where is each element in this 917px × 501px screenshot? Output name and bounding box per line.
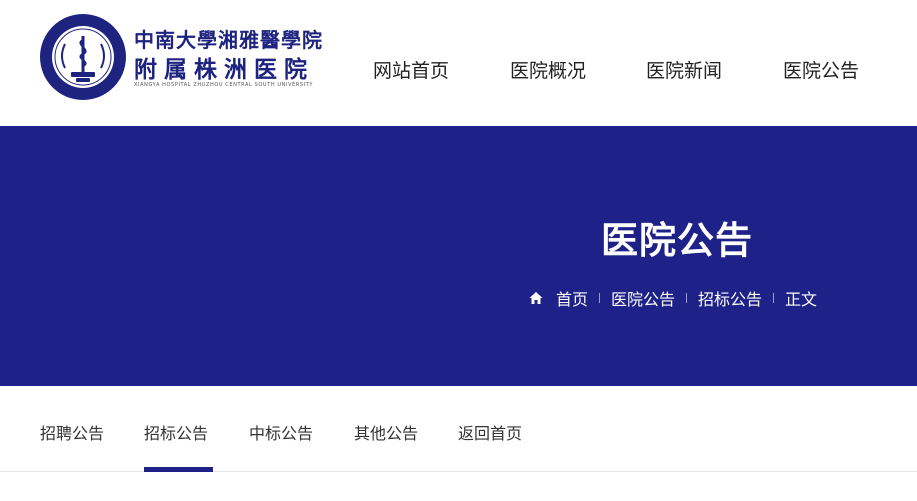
breadcrumb-separator <box>599 293 601 303</box>
breadcrumb-tenders[interactable]: 招标公告 <box>698 286 762 310</box>
nav-item-announcements[interactable]: 医院公告 <box>783 56 859 83</box>
page-title: 医院公告 <box>601 219 753 262</box>
category-tabs: 招聘公告 招标公告 中标公告 其他公告 返回首页 <box>0 386 917 472</box>
tab-tender-active[interactable]: 招标公告 <box>144 420 208 444</box>
tab-recruitment[interactable]: 招聘公告 <box>40 420 104 444</box>
tab-bid-winners[interactable]: 中标公告 <box>249 420 313 444</box>
site-header: 中南大學湘雅醫學院 附属株洲医院 XIANGYA HOSPITAL ZHUZHO… <box>0 0 917 126</box>
breadcrumb-announcements[interactable]: 医院公告 <box>611 286 675 310</box>
home-icon[interactable] <box>528 290 544 306</box>
tab-other[interactable]: 其他公告 <box>354 420 418 444</box>
breadcrumb-separator <box>686 293 688 303</box>
breadcrumb-home[interactable]: 首页 <box>556 286 588 310</box>
nav-item-overview[interactable]: 医院概况 <box>510 56 586 83</box>
breadcrumb: 首页 医院公告 招标公告 正文 <box>528 286 818 310</box>
nav-item-news[interactable]: 医院新闻 <box>646 56 722 83</box>
breadcrumb-separator <box>773 293 775 303</box>
nav-item-home[interactable]: 网站首页 <box>373 56 449 83</box>
breadcrumb-current: 正文 <box>785 290 818 309</box>
tab-back-home[interactable]: 返回首页 <box>458 420 522 444</box>
page-banner: 医院公告 首页 医院公告 招标公告 正文 <box>0 126 917 386</box>
logo-chinese-subtitle: 中南大學湘雅醫學院 <box>134 28 323 52</box>
main-nav: 网站首页 医院概况 医院新闻 医院公告 <box>0 56 917 84</box>
active-tab-indicator <box>144 467 213 472</box>
